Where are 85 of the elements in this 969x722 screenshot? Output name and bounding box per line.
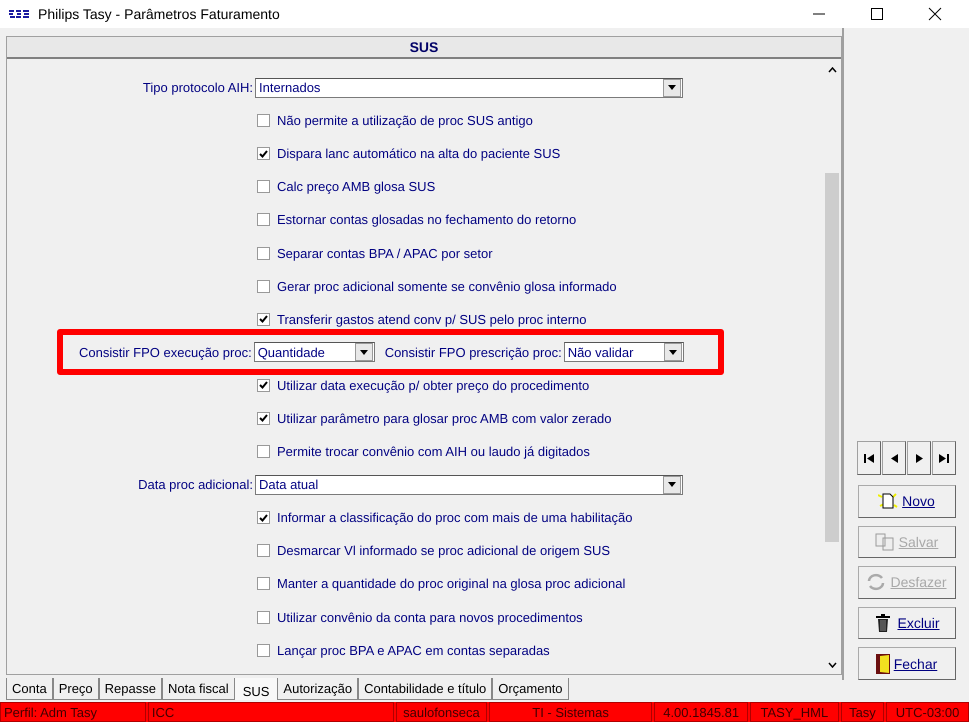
checkbox-label: Gerar proc adicional somente se convênio glosa informado [277,278,617,294]
tab[interactable]: Repasse [98,678,162,700]
checkmark-icon [259,315,268,324]
status-field: ICC [148,702,394,722]
field-label: Consistir FPO execução proc: [78,344,253,360]
checkbox-label: Permite trocar convênio com AIH ou laudo já digitados [277,444,590,460]
dropdown-field[interactable]: Data atual [255,474,683,495]
checkbox[interactable] [257,180,270,194]
status-field: 4.00.1845.81 [654,702,748,722]
dropdown-arrow-icon [668,350,677,355]
maximize-icon[interactable] [870,7,884,21]
scroll-up-icon[interactable] [828,67,836,73]
checkbox-label: Não permite a utilização de proc SUS antigo [277,113,533,128]
left-triangle-icon [890,454,898,462]
checkbox-label: Utilizar parâmetro para glosar proc AMB com valor zerado [277,410,612,426]
checkbox[interactable] [257,644,270,657]
tab[interactable]: Nota fiscal [162,678,235,700]
window-title: Philips Tasy - Parâmetros Faturamento [38,6,280,22]
checkmark-icon [259,381,268,390]
checkbox[interactable] [257,577,270,590]
status-field: TASY_HML [750,702,839,722]
checkbox-label: Lançar proc BPA e APAC em contas separadas [277,642,550,658]
new-button[interactable]: Novo [858,485,956,518]
checkbox-label: Desmarcar Vl informado se proc adicional de origem SUS [277,543,610,558]
new-document-icon [878,492,898,510]
app-logo-icon [8,8,32,20]
checkmark-icon [259,150,268,158]
checkbox[interactable] [257,114,270,128]
tab[interactable]: Contabilidade e título [358,678,492,700]
tab[interactable]: Orçamento [492,678,569,700]
checkbox[interactable] [257,147,270,160]
tab[interactable]: Conta [6,678,53,700]
checkmark-icon [259,514,268,522]
previous-record-button[interactable] [882,441,906,475]
documents-icon [874,532,895,551]
checkbox[interactable] [257,280,270,293]
checkbox[interactable] [257,312,270,326]
checkbox-label: Manter a quantidade do proc original na glosa proc adicional [277,576,626,592]
checkbox-label: Dispara lanc automático na alta do paciente SUS [277,146,560,162]
last-icon [939,454,949,462]
first-icon [864,454,874,462]
close-button[interactable]: Fechar [858,647,956,680]
checkbox[interactable] [257,246,270,260]
checkbox[interactable] [257,445,270,458]
dropdown-arrow-icon [360,350,368,355]
checkbox[interactable] [257,511,270,524]
checkmark-icon [259,414,268,422]
checkbox-label: Estornar contas glosadas no fechamento do retorno [277,212,576,228]
status-field: Tasy [840,702,884,722]
checkbox-label: Transferir gastos atend conv p/ SUS pelo proc interno [277,312,587,327]
dropdown-field[interactable]: Quantidade [254,342,375,362]
dropdown-field[interactable]: Internados [255,78,683,98]
tab[interactable]: SUS [234,678,278,700]
status-field: Perfil: Adm Tasy [0,702,146,722]
tab[interactable]: Preço [52,678,99,700]
panel-title: SUS [7,37,841,59]
checkbox-label: Calc preço AMB glosa SUS [277,179,436,194]
field-label: Consistir FPO prescrição proc: [384,344,562,360]
close-icon[interactable] [928,7,942,21]
scroll-down-icon[interactable] [828,662,836,668]
dropdown-arrow-icon [668,482,676,488]
checkbox[interactable] [257,213,270,226]
checkbox[interactable] [257,544,270,558]
delete-button[interactable]: Excluir [858,606,956,640]
door-icon [876,654,890,674]
tab[interactable]: Autorização [277,678,358,700]
first-record-button[interactable] [857,441,881,475]
checkbox-label: Separar contas BPA / APAC por setor [277,246,493,261]
checkbox-label: Utilizar data execução p/ obter preço do procedimento [277,378,590,393]
checkbox-label: Informar a classificação do proc com mais de uma habilitação [277,510,632,526]
dropdown-field[interactable]: Não validar [564,342,684,362]
last-record-button[interactable] [932,441,956,475]
checkbox[interactable] [257,412,270,425]
dropdown-arrow-icon [668,85,676,90]
status-field: TI - Sistemas [488,702,652,722]
field-label: Tipo protocolo AIH: [142,80,254,96]
next-record-button[interactable] [907,441,931,475]
checkbox[interactable] [257,610,270,624]
checkbox-label: Utilizar convênio da conta para novos procedimentos [277,610,583,625]
status-field: UTC-03:00 [886,702,969,722]
refresh-icon [866,573,886,592]
checkbox[interactable] [257,378,270,392]
right-triangle-icon [916,454,922,462]
field-label: Data proc adicional: [137,477,254,492]
status-field: saulofonseca [396,702,487,722]
